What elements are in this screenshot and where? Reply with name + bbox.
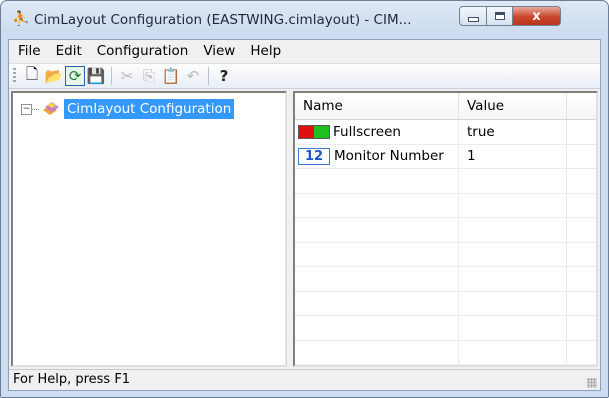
maximize-icon (494, 12, 505, 20)
property-name: Fullscreen (333, 123, 401, 140)
list-item[interactable]: 12 Monitor Number 1 (295, 144, 596, 169)
list-header: Name Value (295, 93, 596, 120)
status-text: For Help, press F1 (13, 372, 131, 387)
title-bar[interactable]: ⛹ CimLayout Configuration (EASTWING.ciml… (1, 1, 608, 39)
empty-row (295, 340, 596, 365)
minimize-button[interactable] (459, 6, 487, 26)
empty-row (295, 193, 596, 218)
menu-view[interactable]: View (197, 40, 241, 62)
toolbar: 🗋 📂 ⟳ 💾 ✂ ⎘ 📋 ↶ ? (9, 63, 600, 89)
new-document-icon[interactable]: 🗋 (21, 65, 43, 87)
empty-row (295, 316, 596, 341)
app-window: ⛹ CimLayout Configuration (EASTWING.ciml… (0, 0, 609, 398)
help-icon[interactable]: ? (213, 65, 235, 87)
empty-row (295, 169, 596, 194)
property-list[interactable]: Name Value Fullscreen true 12 Monitor Nu… (293, 91, 598, 367)
status-bar: For Help, press F1 (9, 369, 600, 390)
people-icon[interactable]: ⛹ (12, 10, 29, 28)
paste-icon[interactable]: 📋 (160, 65, 182, 87)
tree-item-label[interactable]: Cimlayout Configuration (64, 99, 235, 119)
caption-buttons: x (459, 6, 599, 28)
close-button[interactable]: x (513, 6, 561, 26)
save-icon[interactable]: 💾 (85, 65, 107, 87)
minimize-icon (467, 16, 479, 22)
name-cell: Fullscreen (295, 120, 459, 144)
resize-grip-icon[interactable] (587, 378, 597, 388)
toolbar-separator (111, 67, 112, 85)
collapse-icon[interactable]: − (21, 103, 32, 115)
copy-icon[interactable]: ⎘ (138, 65, 160, 87)
menu-file[interactable]: File (12, 40, 47, 62)
menu-configuration[interactable]: Configuration (91, 40, 195, 62)
empty-row (295, 242, 596, 267)
menu-edit[interactable]: Edit (50, 40, 88, 62)
property-name: Monitor Number (334, 148, 444, 165)
window-title: CimLayout Configuration (EASTWING.cimlay… (34, 12, 412, 28)
cut-icon[interactable]: ✂ (116, 65, 138, 87)
value-cell[interactable]: 1 (459, 144, 567, 168)
number-icon: 12 (298, 147, 330, 165)
empty-row (295, 267, 596, 292)
value-cell[interactable]: true (459, 120, 567, 144)
main-area: − Cimlayout Configuration Name Value Ful… (11, 91, 598, 367)
boolean-icon (298, 124, 330, 139)
maximize-button[interactable] (487, 6, 513, 26)
list-rows: Fullscreen true 12 Monitor Number 1 (295, 120, 596, 365)
column-header-filler (567, 93, 596, 119)
layout-config-icon (43, 102, 59, 115)
undo-icon[interactable]: ↶ (182, 65, 204, 87)
tree-view[interactable]: − Cimlayout Configuration (11, 91, 287, 367)
refresh-icon[interactable]: ⟳ (65, 66, 85, 86)
open-folder-icon[interactable]: 📂 (43, 65, 65, 87)
empty-row (295, 291, 596, 316)
client-area: File Edit Configuration View Help 🗋 📂 ⟳ … (8, 39, 601, 391)
filler-cell (567, 120, 596, 144)
filler-cell (567, 145, 596, 169)
tree-connector (32, 108, 39, 110)
menu-bar: File Edit Configuration View Help (9, 40, 600, 62)
toolbar-separator (208, 67, 209, 85)
menu-help[interactable]: Help (244, 40, 287, 62)
toolbar-grip[interactable] (13, 68, 16, 84)
empty-row (295, 218, 596, 243)
close-icon: x (532, 8, 541, 24)
tree-item-root[interactable]: − Cimlayout Configuration (21, 99, 235, 119)
column-header-name[interactable]: Name (295, 93, 459, 119)
name-cell: 12 Monitor Number (295, 144, 459, 168)
list-item[interactable]: Fullscreen true (295, 120, 596, 145)
column-header-value[interactable]: Value (459, 93, 567, 119)
